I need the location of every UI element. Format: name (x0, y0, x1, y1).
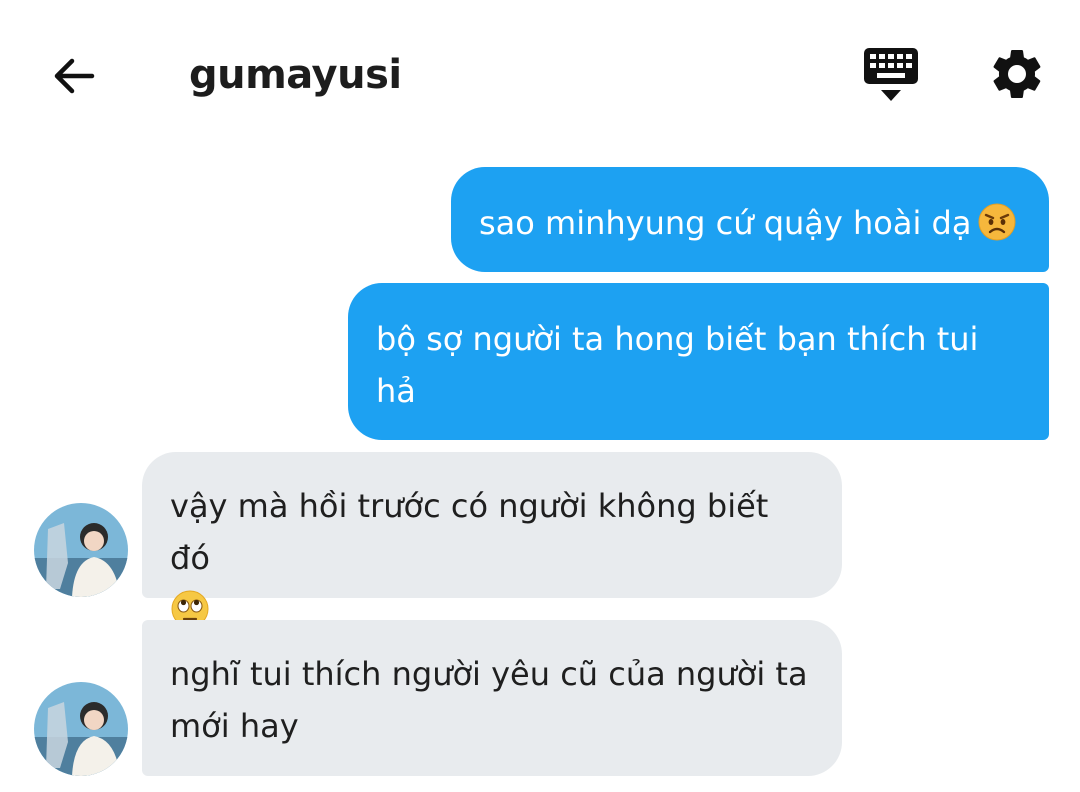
avatar[interactable] (34, 503, 128, 597)
avatar-photo (34, 503, 128, 597)
message-text: vậy mà hồi trước có người không biết đó (170, 487, 769, 577)
message-text: nghĩ tui thích người yêu cũ của người ta… (170, 655, 808, 745)
message-text: bộ sợ người ta hong biết bạn thích tui h… (376, 320, 979, 410)
conversation-title: gumayusi (189, 52, 402, 98)
avatar[interactable] (34, 682, 128, 776)
gear-icon (993, 49, 1041, 98)
arrow-left-icon (54, 58, 95, 94)
message-outgoing[interactable]: bộ sợ người ta hong biết bạn thích tui h… (348, 283, 1049, 440)
chat-screen: gumayusi sao minhyung cứ quậy hoài dạ bộ… (0, 0, 1080, 792)
settings-button[interactable] (987, 44, 1049, 106)
keyboard-button[interactable] (860, 46, 922, 108)
message-incoming[interactable]: nghĩ tui thích người yêu cũ của người ta… (142, 620, 842, 776)
avatar-photo (34, 682, 128, 776)
message-text: sao minhyung cứ quậy hoài dạ (479, 204, 972, 242)
angry-face-emoji (978, 203, 1016, 241)
chat-header: gumayusi (0, 0, 1080, 150)
message-incoming[interactable]: vậy mà hồi trước có người không biết đó (142, 452, 842, 628)
back-button[interactable] (46, 48, 102, 104)
message-outgoing[interactable]: sao minhyung cứ quậy hoài dạ (451, 167, 1049, 272)
keyboard-icon (864, 48, 918, 101)
